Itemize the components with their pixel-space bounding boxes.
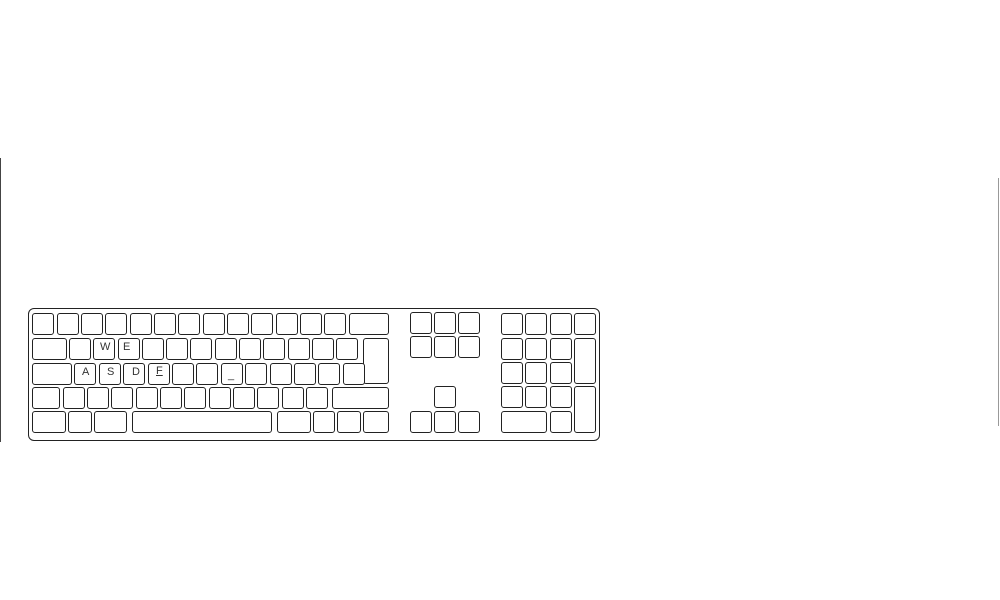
main-row4-key-11[interactable] [306,387,328,409]
numpad-row1-key-4[interactable] [574,313,596,335]
numpad-row3-key-3[interactable] [550,362,572,384]
bottom-right-key-2[interactable] [313,411,335,433]
main-row2-key-4[interactable] [142,338,164,360]
main-row1-key-10[interactable] [251,313,273,335]
main-row3-key-11[interactable] [318,363,340,385]
nav-cluster-key-4[interactable] [410,336,432,358]
main-row3-key-7[interactable] [221,363,243,385]
bottom-right-key-1[interactable] [277,411,311,433]
main-row1-wide-key[interactable] [349,313,389,335]
numpad-row1-key-2[interactable] [525,313,547,335]
main-row2-key-2[interactable] [93,338,115,360]
main-row1-key-6[interactable] [154,313,176,335]
main-row1-key-1[interactable] [32,313,54,335]
arrow-right-key[interactable] [458,411,480,433]
numpad-row3-key-1[interactable] [501,362,523,384]
bottom-left-key-2[interactable] [68,411,92,433]
nav-cluster-key-6[interactable] [458,336,480,358]
numpad-decimal-key[interactable] [550,411,572,433]
nav-cluster-key-5[interactable] [434,336,456,358]
main-row1-key-12[interactable] [300,313,322,335]
enter-key[interactable] [363,338,389,384]
main-row2-key-12[interactable] [336,338,358,360]
numpad-enter-key[interactable] [574,386,596,433]
numpad-row4-key-1[interactable] [501,386,523,408]
main-row3-key-9[interactable] [270,363,292,385]
numpad-row3-key-2[interactable] [525,362,547,384]
main-row4-key-2[interactable] [87,387,109,409]
main-row4-key-6[interactable] [184,387,206,409]
main-row3-key-2[interactable] [99,363,121,385]
main-row1-key-8[interactable] [203,313,225,335]
main-row3-key-3[interactable] [123,363,145,385]
numpad-row2-key-2[interactable] [525,338,547,360]
arrow-down-key[interactable] [434,411,456,433]
main-row2-key-10[interactable] [288,338,310,360]
left-shift-key[interactable] [32,387,60,409]
numpad-row1-key-1[interactable] [501,313,523,335]
main-row1-key-11[interactable] [276,313,298,335]
main-row1-key-3[interactable] [81,313,103,335]
bottom-right-key-4[interactable] [363,411,389,433]
main-row2-key-6[interactable] [190,338,212,360]
numpad-zero-key[interactable] [501,411,547,433]
main-row1-key-5[interactable] [130,313,152,335]
arrow-left-key[interactable] [410,411,432,433]
main-row3-key-5[interactable] [172,363,194,385]
main-row1-key-7[interactable] [178,313,200,335]
nav-cluster-key-2[interactable] [434,312,456,334]
bottom-right-key-3[interactable] [337,411,361,433]
main-row3-key-12[interactable] [343,363,365,385]
main-row2-key-5[interactable] [166,338,188,360]
space-bar[interactable] [132,411,272,433]
main-row4-key-3[interactable] [111,387,133,409]
numpad-row1-key-3[interactable] [550,313,572,335]
numpad-row2-key-3[interactable] [550,338,572,360]
numpad-row4-key-3[interactable] [550,386,572,408]
main-row1-key-4[interactable] [105,313,127,335]
bottom-left-key-1[interactable] [32,411,66,433]
right-edge-divider [998,178,999,426]
main-row3-key-6[interactable] [196,363,218,385]
main-row4-key-5[interactable] [160,387,182,409]
numpad-plus-key[interactable] [574,338,596,384]
main-row2-key-7[interactable] [215,338,237,360]
main-row4-key-7[interactable] [209,387,231,409]
main-row1-key-2[interactable] [57,313,79,335]
main-row4-key-10[interactable] [282,387,304,409]
tab-key[interactable] [32,338,67,360]
main-row2-key-8[interactable] [239,338,261,360]
main-row3-key-8[interactable] [245,363,267,385]
main-row1-key-9[interactable] [227,313,249,335]
arrow-up-key[interactable] [434,386,456,408]
main-row3-key-1[interactable] [74,363,96,385]
nav-cluster-key-1[interactable] [410,312,432,334]
caps-lock-key[interactable] [32,363,72,385]
main-row4-key-1[interactable] [63,387,85,409]
main-row4-key-8[interactable] [233,387,255,409]
main-row1-key-13[interactable] [324,313,346,335]
right-shift-key[interactable] [332,387,389,409]
nav-cluster-key-3[interactable] [458,312,480,334]
main-row3-key-10[interactable] [294,363,316,385]
main-row3-key-4[interactable] [148,363,170,385]
main-row2-key-1[interactable] [69,338,91,360]
main-row4-key-9[interactable] [257,387,279,409]
numpad-row4-key-2[interactable] [525,386,547,408]
numpad-row2-key-1[interactable] [501,338,523,360]
bottom-left-key-3[interactable] [94,411,127,433]
left-edge-divider [0,158,1,442]
main-row4-key-4[interactable] [136,387,158,409]
main-row2-key-9[interactable] [263,338,285,360]
main-row2-key-11[interactable] [312,338,334,360]
main-row2-key-3[interactable] [118,338,140,360]
